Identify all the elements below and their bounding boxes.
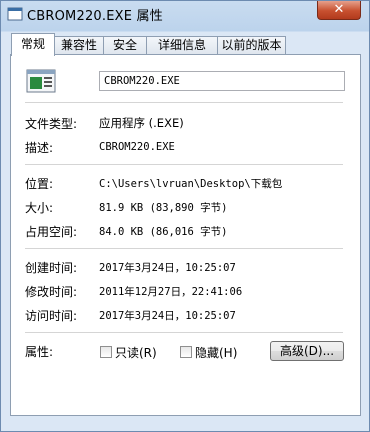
tab-compatibility[interactable]: 兼容性	[54, 36, 104, 54]
tab-details-label: 详细信息	[157, 38, 206, 52]
exe-file-icon	[26, 69, 56, 93]
modified-value: 2011年12月27日，22:41:06	[99, 286, 243, 298]
description-label: 描述:	[25, 141, 54, 155]
separator	[25, 248, 343, 249]
size-value: 81.9 KB (83,890 字节)	[99, 202, 228, 214]
accessed-value: 2017年3月24日，10:25:07	[99, 310, 236, 322]
application-icon	[7, 7, 23, 21]
close-button[interactable]: ✕	[317, 1, 361, 20]
size-label: 大小:	[25, 201, 54, 215]
hidden-label[interactable]: 隐藏(H)	[195, 344, 237, 361]
tab-details[interactable]: 详细信息	[146, 36, 218, 54]
tab-general-label: 常规	[20, 37, 45, 51]
close-icon: ✕	[333, 2, 345, 17]
file-type-label: 文件类型:	[25, 117, 78, 131]
tab-previous-versions[interactable]: 以前的版本	[217, 36, 286, 54]
location-value: C:\Users\lvruan\Desktop\下载包	[99, 178, 283, 190]
window-title: CBROM220.EXE 属性	[27, 9, 163, 24]
location-label: 位置:	[25, 177, 54, 191]
tab-security-label: 安全	[112, 38, 137, 52]
file-type-value: 应用程序 (.EXE)	[99, 116, 184, 130]
advanced-button[interactable]: 高级(D)...	[270, 341, 344, 361]
tab-strip: 常规 兼容性 安全 详细信息 以前的版本	[11, 33, 361, 56]
filename-field[interactable]: CBROM220.EXE	[99, 71, 345, 91]
separator	[25, 332, 343, 333]
title-bar[interactable]: CBROM220.EXE 属性 ✕	[1, 1, 369, 29]
general-panel: CBROM220.EXE 文件类型: 应用程序 (.EXE) 描述: CBROM…	[10, 54, 361, 416]
tab-general[interactable]: 常规	[11, 33, 55, 56]
tab-security[interactable]: 安全	[103, 36, 147, 54]
readonly-label[interactable]: 只读(R)	[115, 344, 157, 361]
description-value: CBROM220.EXE	[99, 141, 175, 153]
modified-label: 修改时间:	[25, 285, 78, 299]
size-on-disk-label: 占用空间:	[25, 225, 78, 239]
created-value: 2017年3月24日，10:25:07	[99, 262, 236, 274]
separator	[25, 102, 343, 103]
accessed-label: 访问时间:	[25, 309, 78, 323]
attributes-label: 属性:	[25, 345, 54, 359]
tab-previous-versions-label: 以前的版本	[221, 38, 282, 52]
tab-compatibility-label: 兼容性	[60, 38, 97, 52]
hidden-checkbox[interactable]	[180, 346, 192, 358]
readonly-checkbox[interactable]	[100, 346, 112, 358]
properties-window: CBROM220.EXE 属性 ✕ 常规 兼容性 安全 详细信息 以前的版本 C…	[0, 0, 370, 432]
created-label: 创建时间:	[25, 261, 78, 275]
separator	[25, 164, 343, 165]
size-on-disk-value: 84.0 KB (86,016 字节)	[99, 226, 228, 238]
